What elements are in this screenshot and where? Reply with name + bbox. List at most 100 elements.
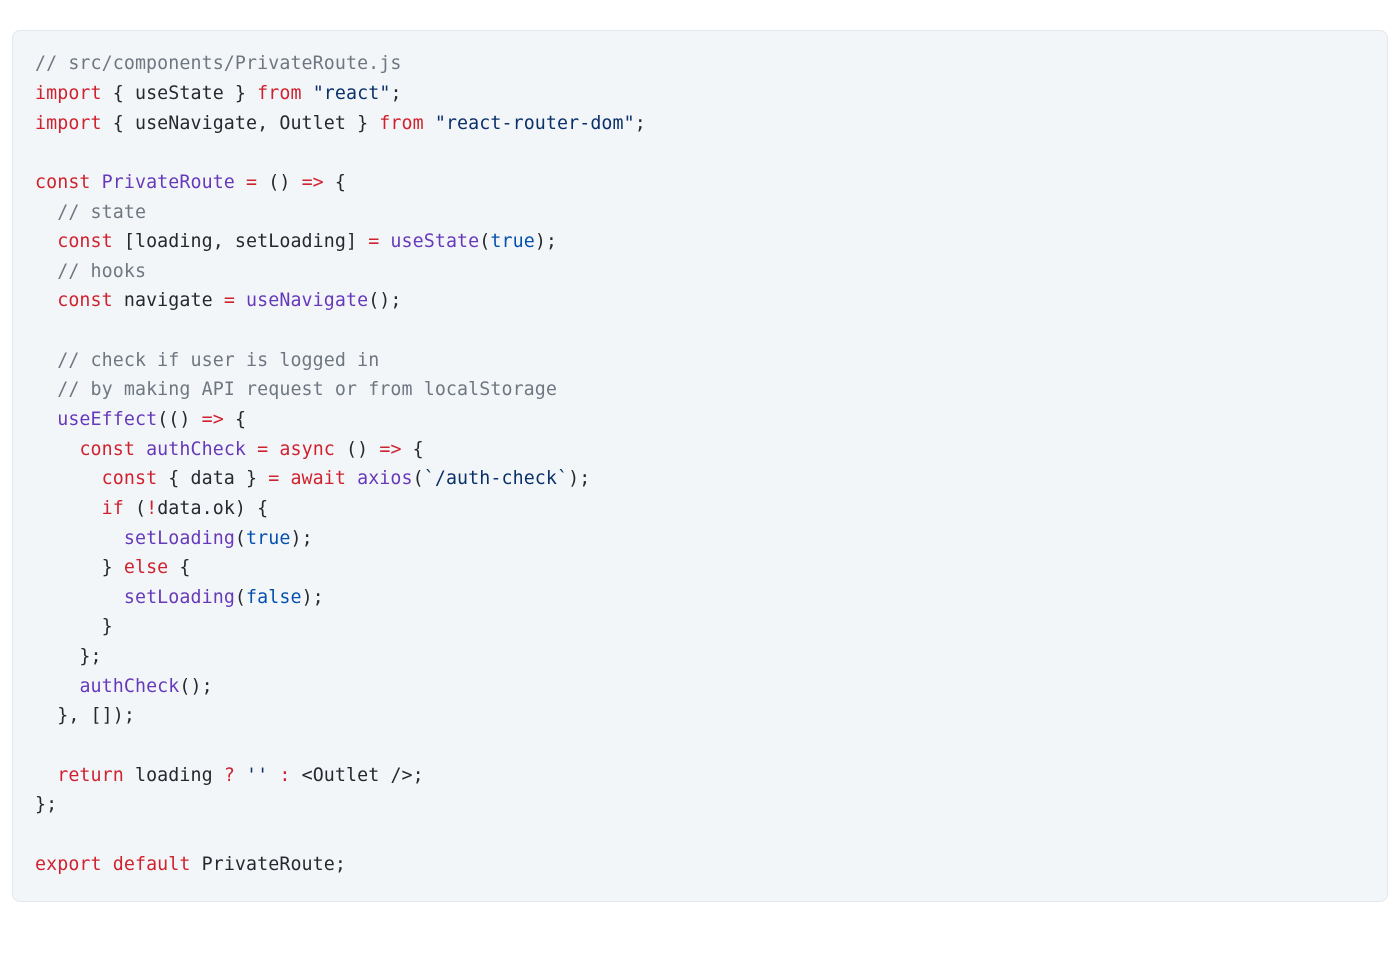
- code-block[interactable]: // src/components/PrivateRoute.jsimport …: [12, 30, 1388, 902]
- code-token: (: [413, 468, 424, 489]
- code-token: [35, 498, 102, 519]
- code-token: [35, 379, 57, 400]
- code-token: {: [324, 172, 346, 193]
- code-token: [35, 290, 57, 311]
- code-token: const: [102, 468, 158, 489]
- code-token: (: [479, 231, 490, 252]
- code-token: !: [146, 498, 157, 519]
- code-token: [35, 765, 57, 786]
- code-token: // check if user is logged in: [57, 350, 379, 371]
- code-line: return loading ? '' : <Outlet />;: [35, 761, 1365, 791]
- code-token: const: [79, 439, 135, 460]
- code-line: // src/components/PrivateRoute.js: [35, 49, 1365, 79]
- code-token: [424, 113, 435, 134]
- code-token: axios: [357, 468, 413, 489]
- code-token: return: [57, 765, 124, 786]
- code-token: [235, 172, 246, 193]
- code-token: [235, 290, 246, 311]
- code-token: setLoading: [124, 587, 235, 608]
- code-token: PrivateRoute;: [191, 854, 347, 875]
- code-token: useNavigate: [246, 290, 368, 311]
- code-token: [102, 854, 113, 875]
- code-token: (): [335, 439, 379, 460]
- code-line: [35, 731, 1365, 761]
- code-token: =>: [379, 439, 401, 460]
- code-line: import { useState } from "react";: [35, 79, 1365, 109]
- code-token: [346, 468, 357, 489]
- code-token: "react": [313, 83, 391, 104]
- code-line: export default PrivateRoute;: [35, 850, 1365, 880]
- code-token: ((): [157, 409, 201, 430]
- code-token: ();: [368, 290, 401, 311]
- code-token: // hooks: [57, 261, 146, 282]
- code-line: };: [35, 642, 1365, 672]
- code-line: setLoading(false);: [35, 583, 1365, 613]
- code-line: }, []);: [35, 701, 1365, 731]
- code-token: const: [57, 231, 113, 252]
- code-token: if: [102, 498, 124, 519]
- code-line: setLoading(true);: [35, 524, 1365, 554]
- code-token: [135, 439, 146, 460]
- code-token: [35, 528, 124, 549]
- code-line: const [loading, setLoading] = useState(t…: [35, 227, 1365, 257]
- code-token: }, []);: [35, 705, 135, 726]
- code-token: };: [35, 646, 102, 667]
- code-token: [302, 83, 313, 104]
- code-token: authCheck: [79, 676, 179, 697]
- code-content: // src/components/PrivateRoute.jsimport …: [35, 49, 1365, 879]
- code-token: =: [224, 290, 235, 311]
- code-line: const navigate = useNavigate();: [35, 286, 1365, 316]
- code-token: data.ok) {: [157, 498, 268, 519]
- code-token: [35, 409, 57, 430]
- code-token: [279, 468, 290, 489]
- code-line: // state: [35, 198, 1365, 228]
- code-line: useEffect(() => {: [35, 405, 1365, 435]
- code-token: {: [168, 557, 190, 578]
- code-token: ();: [179, 676, 212, 697]
- code-token: };: [35, 794, 57, 815]
- code-token: (: [235, 587, 246, 608]
- code-token: '': [246, 765, 268, 786]
- code-token: const: [57, 290, 113, 311]
- code-token: loading: [124, 765, 224, 786]
- code-token: default: [113, 854, 191, 875]
- code-token: { useState }: [102, 83, 258, 104]
- code-token: else: [124, 557, 168, 578]
- code-token: { data }: [157, 468, 268, 489]
- code-line: import { useNavigate, Outlet } from "rea…: [35, 109, 1365, 139]
- code-token: );: [535, 231, 557, 252]
- code-token: [246, 439, 257, 460]
- code-token: (): [257, 172, 301, 193]
- code-token: useEffect: [57, 409, 157, 430]
- code-token: ;: [390, 83, 401, 104]
- code-line: // check if user is logged in: [35, 346, 1365, 376]
- code-line: [35, 138, 1365, 168]
- code-token: [379, 231, 390, 252]
- code-token: true: [246, 528, 290, 549]
- code-token: [35, 587, 124, 608]
- code-token: import: [35, 83, 102, 104]
- code-token: [91, 172, 102, 193]
- code-token: authCheck: [146, 439, 246, 460]
- code-token: import: [35, 113, 102, 134]
- code-token: =>: [302, 172, 324, 193]
- code-token: [35, 439, 79, 460]
- code-line: } else {: [35, 553, 1365, 583]
- code-token: :: [279, 765, 290, 786]
- code-token: "react-router-dom": [435, 113, 635, 134]
- code-token: navigate: [113, 290, 224, 311]
- code-token: useState: [390, 231, 479, 252]
- code-line: }: [35, 612, 1365, 642]
- code-token: const: [35, 172, 91, 193]
- code-token: );: [302, 587, 324, 608]
- code-token: [35, 261, 57, 282]
- code-token: PrivateRoute: [102, 172, 235, 193]
- code-line: };: [35, 790, 1365, 820]
- code-token: // by making API request or from localSt…: [57, 379, 557, 400]
- code-token: from: [379, 113, 423, 134]
- code-token: [35, 231, 57, 252]
- code-token: =: [368, 231, 379, 252]
- code-token: false: [246, 587, 302, 608]
- code-token: [268, 439, 279, 460]
- code-token: );: [290, 528, 312, 549]
